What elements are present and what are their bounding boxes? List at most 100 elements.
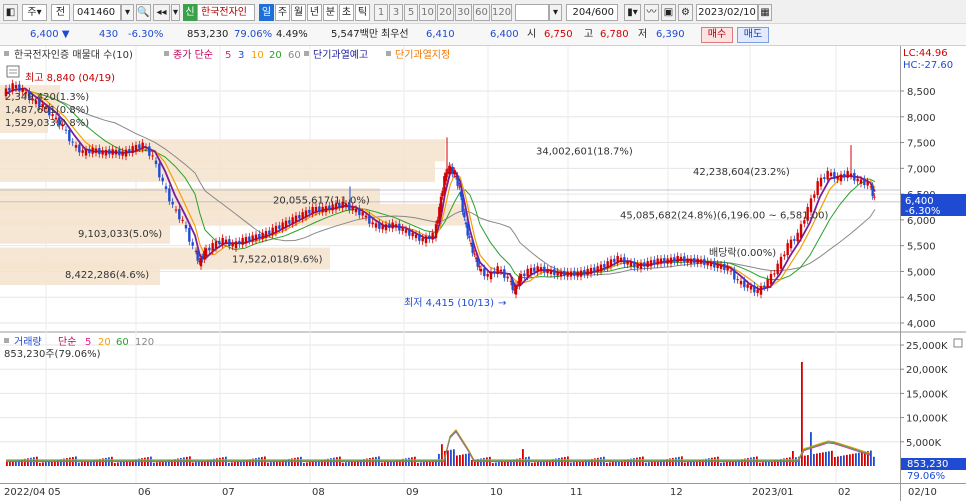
candle-body [783, 254, 786, 257]
candle-body [108, 149, 111, 155]
interval-60[interactable]: 60 [473, 4, 490, 21]
window-menu-icon[interactable]: ◧ [3, 4, 18, 21]
candle-body [833, 172, 836, 179]
market-select[interactable]: 주▾ [22, 4, 47, 21]
candle-body [358, 208, 361, 216]
custom-interval-dropdown-icon[interactable]: ▾ [549, 4, 562, 21]
candle-body [278, 225, 281, 229]
period-tab-week[interactable]: 주 [275, 4, 290, 21]
candle-body [104, 149, 108, 156]
date-input[interactable]: 2023/02/10 [696, 4, 758, 21]
volume-bar [498, 462, 500, 466]
volume-bar [153, 462, 155, 466]
volume-bar [465, 453, 467, 466]
volume-bar [6, 462, 8, 466]
candle-body [204, 248, 208, 256]
candle-body [281, 222, 284, 230]
sell-button[interactable]: 매도 [737, 27, 769, 43]
candle-body [759, 286, 763, 295]
candle-body [586, 268, 589, 275]
candle-body [171, 201, 174, 205]
period-tab-year[interactable]: 년 [307, 4, 322, 21]
volume-panel-maximize-icon[interactable] [953, 338, 963, 348]
stock-chart[interactable]: 2,349,420(1.3%) 1,487,601(0.8%) 1,529,033(… [0, 46, 966, 501]
candle-body [74, 145, 78, 148]
legend-ma-label: 종가 단순 [173, 49, 213, 61]
candle-body [533, 267, 536, 272]
volume-bar [843, 455, 845, 466]
custom-interval-input[interactable] [515, 4, 549, 21]
volume-bar [312, 461, 314, 466]
sound-icon[interactable]: ◂◂ [153, 4, 170, 21]
candle-body [739, 280, 743, 285]
settings-icon[interactable]: ⚙ [678, 4, 693, 21]
candle-body [559, 271, 563, 277]
period-tab-second[interactable]: 초 [339, 4, 354, 21]
price-axis-label: 5,500 [907, 242, 936, 253]
volume-legend-ma-20: 20 [98, 337, 111, 348]
interval-1[interactable]: 1 [374, 4, 388, 21]
candle-body [459, 191, 463, 197]
interval-3[interactable]: 3 [389, 4, 403, 21]
candle-body [304, 210, 308, 218]
candle-body [679, 256, 683, 262]
stock-code-input[interactable]: 041460 [73, 4, 121, 21]
candle-body [88, 148, 91, 154]
display-count-input[interactable]: 204/600 [566, 4, 618, 21]
period-tab-minute[interactable]: 분 [323, 4, 338, 21]
volume-bar [723, 462, 725, 466]
current-price-value: 6,400 [30, 29, 59, 40]
candle-body [321, 207, 324, 213]
volume-bar [816, 453, 818, 466]
table-icon[interactable] [6, 65, 20, 78]
open-label: 시 [527, 29, 537, 40]
candle-type-icon[interactable]: ▮▾ [624, 4, 641, 21]
buy-button[interactable]: 매수 [701, 27, 733, 43]
candle-body [871, 185, 874, 197]
volume-legend-ma-label: 단순 [58, 336, 76, 348]
candle-body [138, 144, 141, 149]
candle-body [241, 237, 244, 245]
volume-bar [192, 462, 194, 466]
volume-bar [309, 461, 311, 466]
volume-profile-bar [0, 159, 435, 182]
volume-profile-label: 8,422,286(4.6%) [65, 270, 149, 281]
candle-body [478, 266, 481, 268]
volume-legend-ma-5: 5 [85, 337, 91, 348]
high-price: 6,780 [600, 29, 629, 40]
period-tab-month[interactable]: 월 [291, 4, 306, 21]
candle-body [458, 186, 461, 188]
period-select[interactable]: 전 [51, 4, 70, 21]
candle-body [131, 146, 134, 154]
volume-bar [423, 461, 425, 466]
date-axis-label: 2022/04 [4, 487, 46, 498]
candle-body [539, 267, 543, 272]
price-change-percent: -6.30% [128, 29, 164, 40]
save-icon[interactable]: ▣ [661, 4, 676, 21]
volume-bar [804, 455, 806, 466]
candle-body [756, 289, 759, 293]
volume-profile-label: 45,085,682(24.8%)(6,196.00 ~ 6,581.00) [620, 211, 829, 222]
volume-bar [471, 460, 473, 466]
calendar-icon[interactable]: ▦ [758, 4, 772, 21]
period-tab-tick[interactable]: 틱 [355, 4, 370, 21]
candle-body [466, 223, 469, 236]
quote-bar: 6,400 ▼ 430 -6.30% 853,230 79.06% 4.49% … [0, 24, 966, 46]
indicator-icon[interactable]: 〰 [644, 4, 659, 21]
volume-bar [765, 461, 767, 466]
candle-body [144, 146, 148, 148]
sound-dropdown-icon[interactable]: ▾ [171, 4, 180, 21]
candle-body [529, 268, 533, 275]
interval-120[interactable]: 120 [491, 4, 512, 21]
code-dropdown-icon[interactable]: ▾ [121, 4, 134, 21]
search-icon[interactable]: 🔍 [136, 4, 151, 21]
interval-30[interactable]: 30 [455, 4, 472, 21]
volume-bar [501, 461, 503, 466]
interval-10[interactable]: 10 [419, 4, 436, 21]
interval-20[interactable]: 20 [437, 4, 454, 21]
date-axis-label: 06 [138, 487, 151, 498]
volume-bar [306, 462, 308, 466]
interval-5[interactable]: 5 [404, 4, 418, 21]
period-tab-day[interactable]: 일 [259, 4, 274, 21]
candle-body [769, 274, 773, 285]
